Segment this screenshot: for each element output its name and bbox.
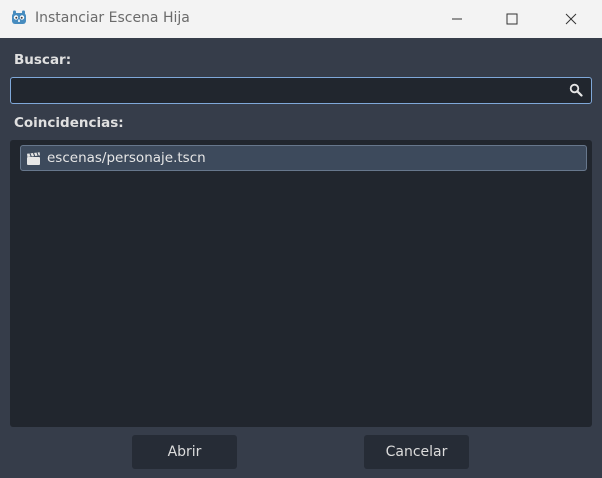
search-label: Buscar:: [14, 52, 72, 68]
close-icon: [565, 13, 577, 25]
cancel-button[interactable]: Cancelar: [364, 435, 469, 469]
close-button[interactable]: [548, 0, 594, 38]
list-item[interactable]: escenas/personaje.tscn: [20, 145, 587, 171]
window-title: Instanciar Escena Hija: [35, 10, 190, 26]
matches-label: Coincidencias:: [14, 115, 124, 131]
godot-logo-icon: [12, 10, 26, 24]
title-bar: Instanciar Escena Hija: [0, 0, 602, 38]
instance-scene-dialog: Instanciar Escena Hija Buscar: Coinciden…: [0, 0, 602, 478]
open-button[interactable]: Abrir: [132, 435, 237, 469]
maximize-icon: [506, 13, 518, 25]
search-icon[interactable]: [569, 83, 583, 97]
minimize-icon: [452, 18, 462, 20]
list-item-label: escenas/personaje.tscn: [47, 150, 206, 166]
search-input[interactable]: [10, 77, 592, 104]
maximize-button[interactable]: [489, 0, 535, 38]
matches-list[interactable]: escenas/personaje.tscn: [10, 140, 592, 427]
minimize-button[interactable]: [434, 0, 480, 38]
scene-clapperboard-icon: [27, 152, 40, 165]
